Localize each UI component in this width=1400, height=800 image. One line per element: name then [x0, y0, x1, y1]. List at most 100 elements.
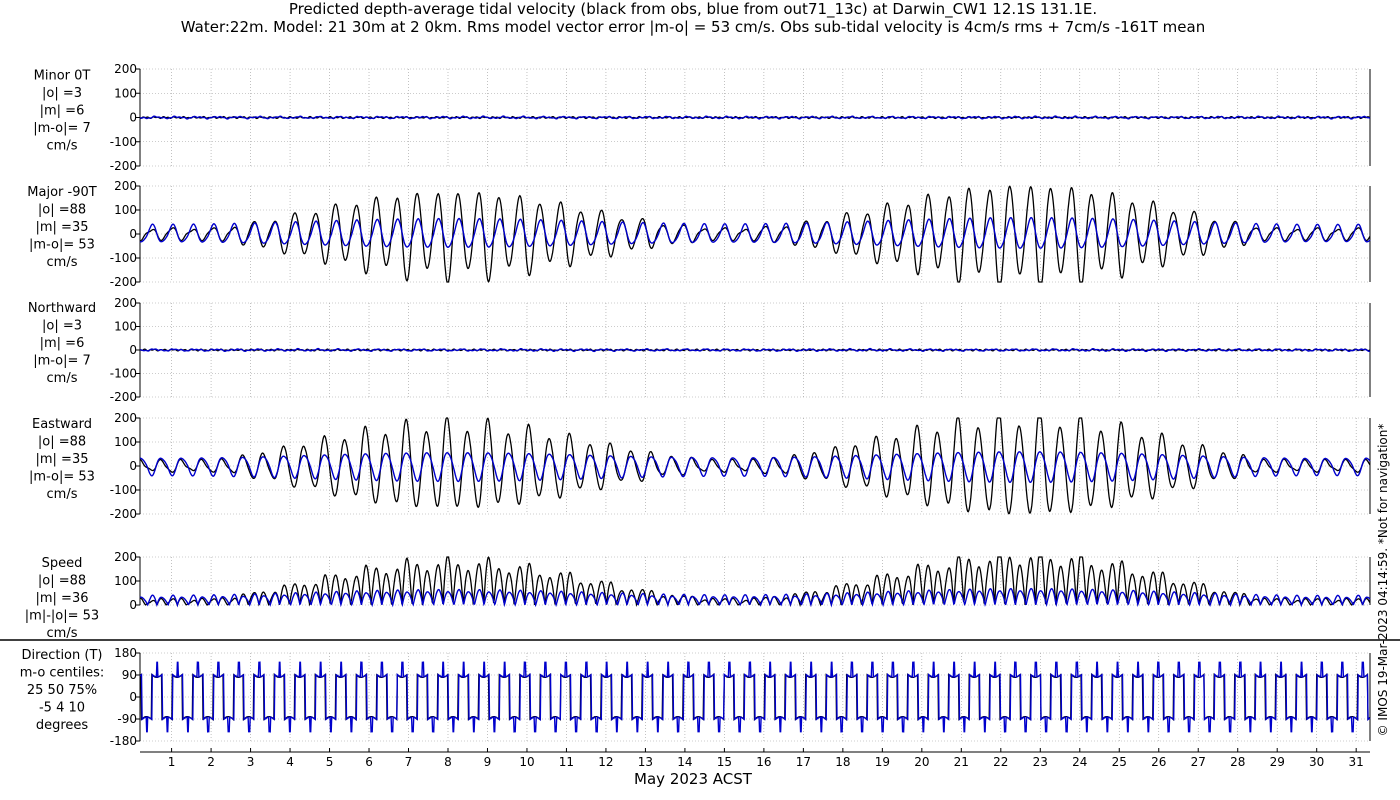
x-tick-label: 13: [638, 755, 653, 769]
watermark-text: © IMOS 19-Mar-2023 04:14:59. *Not for na…: [1376, 424, 1390, 737]
panel-label-line: Speed: [42, 556, 83, 571]
y-tick-label: 0: [129, 343, 137, 357]
x-tick-label: 5: [326, 755, 334, 769]
panel-label-line: |m-o|= 7: [33, 354, 91, 369]
y-tick-label: 0: [129, 111, 137, 125]
x-tick-label: 31: [1349, 755, 1364, 769]
panel-label-line: |m| =36: [36, 591, 89, 606]
panel-label-line: |m|-|o|= 53: [25, 609, 99, 624]
x-tick-label: 9: [484, 755, 492, 769]
x-tick-label: 27: [1191, 755, 1206, 769]
panel-label-line: |o| =3: [42, 319, 82, 334]
x-tick-label: 1: [168, 755, 176, 769]
panel-label-line: |o| =3: [42, 86, 82, 101]
x-tick-label: 12: [598, 755, 613, 769]
panel-label-line: Eastward: [32, 417, 92, 432]
y-tick-label: 0: [129, 598, 137, 612]
x-axis: 1 2 3 4 5 6 7 8 9 10 11 12 13 14 15 16 17 18 19 20 21 22 23 24 2…: [140, 748, 1370, 769]
y-tick-label: 200: [114, 62, 137, 76]
y-tick-label: 0: [129, 227, 137, 241]
panel-label-line: |m| =6: [40, 336, 85, 351]
panel-label-line: |m-o|= 53: [29, 470, 95, 485]
x-tick-label: 21: [954, 755, 969, 769]
y-tick-label: -100: [110, 367, 137, 381]
panel-label-line: cm/s: [47, 255, 78, 270]
panel-major: 200 100 0 -100 -200 Major -90T |o| =88 |m| =35 |…: [27, 179, 1371, 289]
panel-speed: 200 100 0 Speed |o| =88 |m| =36 |m|-|o|= 53 cm/…: [25, 550, 1371, 641]
x-tick-label: 8: [444, 755, 452, 769]
y-tick-label: 100: [114, 435, 137, 449]
y-tick-label: 100: [114, 203, 137, 217]
panel-label-line: |m-o|= 7: [33, 121, 91, 136]
panel-label-line: |m-o|= 53: [29, 238, 95, 253]
y-tick-label: 100: [114, 320, 137, 334]
x-tick-label: 7: [405, 755, 413, 769]
y-tick-label: 100: [114, 86, 137, 100]
panel-label-line: degrees: [36, 718, 89, 733]
y-tick-label: 200: [114, 411, 137, 425]
x-tick-label: 30: [1309, 755, 1324, 769]
y-tick-label: -200: [110, 159, 137, 173]
y-tick-label: -200: [110, 390, 137, 404]
panel-label-line: Direction (T): [22, 648, 103, 663]
x-tick-label: 24: [1072, 755, 1087, 769]
x-tick-label: 10: [519, 755, 534, 769]
chart-title-line-1: Predicted depth-average tidal velocity (…: [289, 0, 1097, 19]
panel-label-line: -5 4 10: [39, 701, 85, 716]
x-tick-label: 18: [835, 755, 850, 769]
x-tick-label: 20: [914, 755, 929, 769]
y-tick-label: 180: [114, 646, 137, 660]
panel-label-line: cm/s: [47, 139, 78, 154]
y-tick-label: -100: [110, 483, 137, 497]
x-tick-label: 15: [717, 755, 732, 769]
panels-group: 200 100 0 -100 -200 Minor 0T |o| =3 |m| =6 |m-o|…: [20, 62, 1371, 748]
panel-label-line: cm/s: [47, 487, 78, 502]
panel-label-line: |o| =88: [38, 203, 86, 218]
y-tick-label: 200: [114, 179, 137, 193]
tidal-velocity-chart: Predicted depth-average tidal velocity (…: [0, 0, 1400, 788]
x-tick-label: 2: [207, 755, 215, 769]
panel-label-line: Minor 0T: [34, 69, 91, 84]
panel-label-line: cm/s: [47, 371, 78, 386]
y-tick-label: 0: [129, 690, 137, 704]
series-model-line: [139, 661, 1371, 733]
panel-label-line: cm/s: [47, 626, 78, 641]
x-tick-label: 19: [875, 755, 890, 769]
x-tick-label: 17: [796, 755, 811, 769]
y-tick-label: 90: [122, 668, 137, 682]
x-tick-label: 4: [286, 755, 294, 769]
y-tick-label: 100: [114, 574, 137, 588]
y-tick-label: -100: [110, 251, 137, 265]
y-tick-label: -90: [117, 712, 137, 726]
y-tick-label: -200: [110, 507, 137, 521]
series-model-line: [139, 216, 1371, 249]
x-tick-label: 16: [756, 755, 771, 769]
x-tick-label: 14: [677, 755, 692, 769]
x-tick-label: 26: [1151, 755, 1166, 769]
x-tick-label: 6: [365, 755, 373, 769]
x-tick-label: 11: [559, 755, 574, 769]
x-tick-label: 28: [1230, 755, 1245, 769]
chart-title-line-2: Water:22m. Model: 21 30m at 2 0km. Rms m…: [181, 18, 1205, 36]
series-model-line: [139, 347, 1371, 353]
y-tick-label: -180: [110, 734, 137, 748]
panel-northward: 200 100 0 -100 -200 Northward |o| =3 |m| =6 |m-o…: [28, 296, 1371, 404]
x-tick-label: 22: [993, 755, 1008, 769]
y-tick-label: 0: [129, 459, 137, 473]
panel-direction: 180 90 0 -90 -180 Direction (T) m-o centiles: 2…: [20, 646, 1371, 748]
x-axis-label: May 2023 ACST: [634, 770, 753, 788]
panel-label-line: 25 50 75%: [27, 683, 97, 698]
y-tick-label: 200: [114, 550, 137, 564]
panel-label-line: |m| =35: [36, 452, 89, 467]
x-tick-label: 3: [247, 755, 255, 769]
y-tick-label: -100: [110, 135, 137, 149]
panel-label-line: m-o centiles:: [20, 666, 105, 681]
panel-label-line: Northward: [28, 301, 96, 316]
panel-label-line: |m| =35: [36, 220, 89, 235]
y-tick-label: -200: [110, 275, 137, 289]
panel-label-line: |o| =88: [38, 574, 86, 589]
y-tick-label: 200: [114, 296, 137, 310]
panel-minor: 200 100 0 -100 -200 Minor 0T |o| =3 |m| =6 |m-o|…: [33, 62, 1371, 173]
x-tick-label: 29: [1270, 755, 1285, 769]
panel-eastward: 200 100 0 -100 -200 Eastward |o| =88 |m| =35 |m-…: [29, 411, 1371, 521]
